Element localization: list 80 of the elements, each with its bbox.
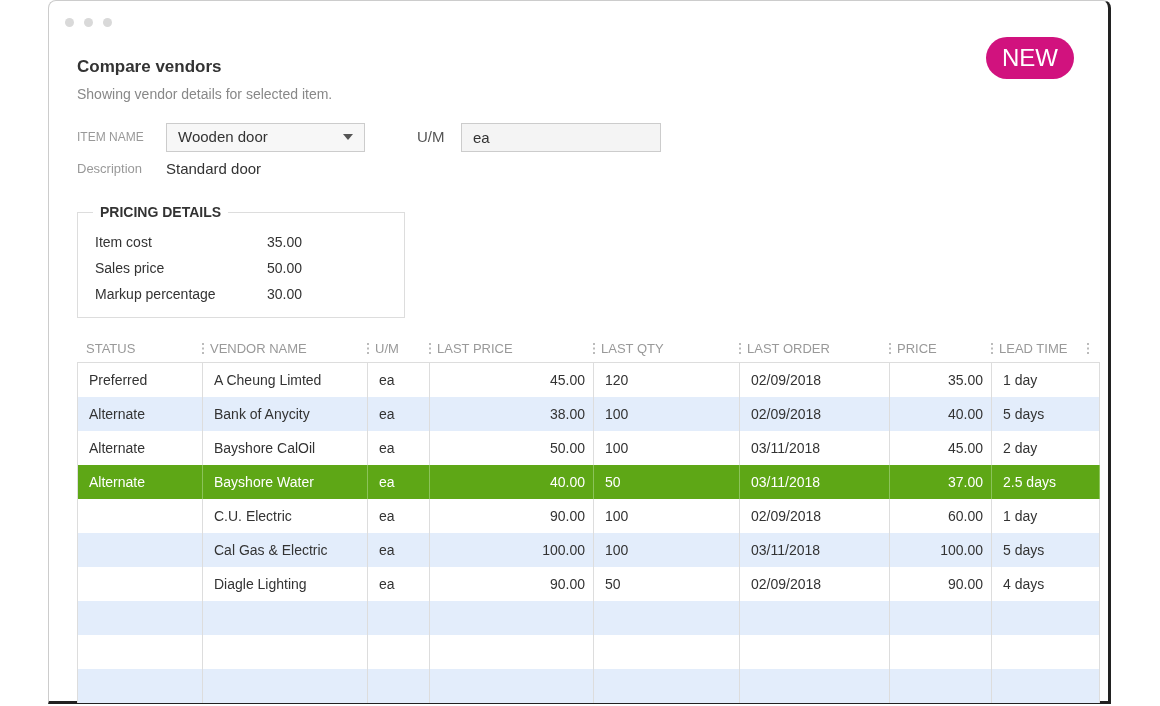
pricing-label: Markup percentage (95, 284, 217, 304)
table-cell-text: 100.00 (542, 540, 585, 560)
table-cell-text: ea (379, 472, 395, 492)
new-badge: NEW (986, 37, 1074, 79)
table-cell-text: 50 (605, 574, 621, 594)
table-cell-text: ea (379, 506, 395, 526)
field-label: ITEM NAME (77, 129, 145, 146)
table-cell-text: 45.00 (947, 438, 983, 458)
item-name-dropdown[interactable]: Wooden door (166, 122, 365, 152)
table-cell-text: 5 days (1003, 404, 1045, 424)
table-cell-text: 45.00 (549, 370, 585, 390)
column-header[interactable]: VENDOR NAME (210, 338, 307, 359)
table-cell-text: 02/09/2018 (751, 370, 822, 390)
table-cell-text: 1 day (1003, 370, 1038, 390)
column-header[interactable]: LAST ORDER (747, 338, 830, 359)
table-row[interactable]: Alternate Bayshore Water ea 40.00 50 03/11/2018 37.00 2.5 days (78, 465, 1100, 499)
table-cell-text: Alternate (89, 438, 146, 458)
table-cell-text: 50 (605, 472, 621, 492)
table-cell-text: C.U. Electric (214, 506, 292, 526)
table-cell-text: Cal Gas & Electric (214, 540, 328, 560)
column-header[interactable]: U/M (375, 338, 399, 359)
table-cell-text: Alternate (89, 404, 146, 424)
table-cell-text: Bayshore CalOil (214, 438, 316, 458)
column-header[interactable]: STATUS (77, 338, 136, 359)
table-cell-text: A Cheung Limted (214, 370, 322, 390)
table-cell-text: 60.00 (947, 506, 983, 526)
pricing-value: 50.00 (267, 258, 303, 278)
table-cell-text: Bayshore Water (214, 472, 314, 492)
table-cell-text: 38.00 (549, 404, 585, 424)
table-cell-text: 2.5 days (1003, 472, 1056, 492)
table-cell-text: 100 (605, 438, 629, 458)
table-cell-text: Bank of Anycity (214, 404, 310, 424)
table-cell-text: 4 days (1003, 574, 1045, 594)
table-cell-text: 50.00 (549, 438, 585, 458)
caret-icon (343, 134, 353, 140)
column-header[interactable]: LEAD TIME (999, 338, 1068, 359)
table-cell-text: 03/11/2018 (751, 472, 821, 492)
table-row[interactable]: Alternate Bank of Anycity ea 38.00 100 02/09/2018 40.00 5 days (78, 397, 1100, 431)
table-cell-text: 35.00 (947, 370, 983, 390)
table-cell-text: 100 (605, 506, 629, 526)
table-cell-text: ea (379, 370, 395, 390)
table-cell-text: 02/09/2018 (751, 506, 822, 526)
table-cell-text: 5 days (1003, 540, 1045, 560)
table-cell-text: 100 (605, 540, 629, 560)
pricing-label: Item cost (95, 232, 153, 252)
description-value: Standard door (166, 158, 262, 179)
table-cell-text: 40.00 (549, 472, 585, 492)
table-cell-text: Preferred (89, 370, 148, 390)
table-cell-text: Diagle Lighting (214, 574, 307, 594)
table-cell-text: ea (379, 574, 395, 594)
table-cell-text: 100.00 (940, 540, 983, 560)
table-cell-text: 02/09/2018 (751, 404, 822, 424)
pricing-label: Sales price (95, 258, 166, 278)
table-cell-text: 120 (605, 370, 629, 390)
um-field[interactable]: ea (461, 122, 661, 152)
table-cell-text: 03/11/2018 (751, 540, 821, 560)
column-header[interactable]: LAST QTY (601, 338, 664, 359)
table-cell-text: Alternate (89, 472, 146, 492)
page-title: Compare vendors (77, 56, 222, 78)
table-cell-text: 40.00 (947, 404, 983, 424)
subtitle: Showing vendor details for selected item. (77, 84, 333, 104)
table-cell-text: ea (379, 438, 395, 458)
table-cell-text: ea (379, 540, 395, 560)
field-label: Description (77, 160, 144, 178)
table-cell-text: 90.00 (549, 506, 585, 526)
table-cell-text: 1 day (1003, 506, 1038, 526)
table-cell-text: 90.00 (947, 574, 983, 594)
table-cell-text: 03/11/2018 (751, 438, 821, 458)
column-header[interactable]: PRICE (897, 338, 937, 359)
table-cell-text: 37.00 (947, 472, 983, 492)
table-row[interactable]: Cal Gas & Electric ea 100.00 100 03/11/2018 100.00 5 days (78, 533, 1100, 567)
column-header[interactable]: LAST PRICE (437, 338, 513, 359)
table-cell-text: 2 day (1003, 438, 1038, 458)
pricing-value: 35.00 (267, 232, 303, 252)
table-cell-text: 02/09/2018 (751, 574, 822, 594)
table-cell-text: 90.00 (549, 574, 585, 594)
pricing-value: 30.00 (267, 284, 303, 304)
table-cell-text: ea (379, 404, 395, 424)
field-label: U/M (417, 126, 446, 147)
table-cell-text: 100 (605, 404, 629, 424)
